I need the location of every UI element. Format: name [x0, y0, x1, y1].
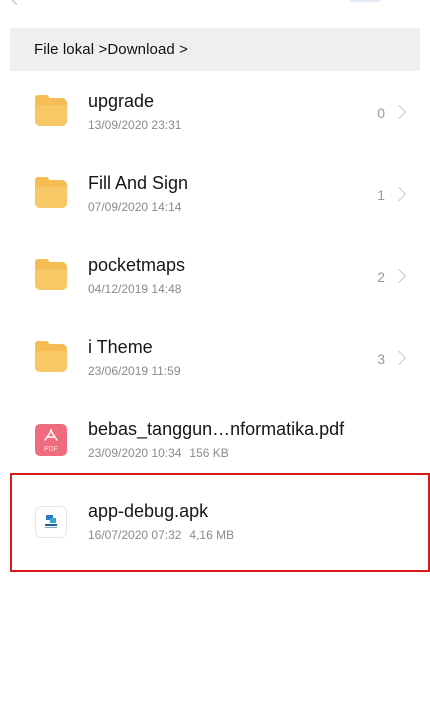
list-item-folder[interactable]: Fill And Sign 07/09/2020 14:14 1	[10, 153, 420, 235]
item-count: 2	[377, 269, 385, 285]
toolbar-divider	[350, 0, 380, 2]
pdf-file-icon: PDF	[35, 424, 67, 456]
item-count: 3	[377, 351, 385, 367]
item-name: pocketmaps	[88, 255, 186, 275]
app-logo-icon	[45, 515, 57, 528]
chevron-right-icon	[391, 268, 407, 284]
list-item-file[interactable]: app-debug.apk 16/07/2020 07:32 4,16 MB	[10, 481, 420, 563]
item-meta: 16/07/2020 07:32 4,16 MB	[88, 528, 234, 542]
item-date: 07/09/2020 14:14	[88, 200, 182, 214]
folder-icon	[35, 95, 67, 128]
file-list: upgrade 13/09/2020 23:31 0 Fill And Sign…	[10, 71, 420, 563]
item-name: app-debug.apk	[88, 501, 209, 521]
item-meta: 13/09/2020 23:31	[88, 118, 181, 132]
item-name: i Theme	[88, 337, 153, 357]
chevron-right-icon	[391, 186, 407, 202]
item-size: 4,16 MB	[189, 528, 235, 542]
chevron-right-icon	[391, 104, 407, 120]
list-item-folder[interactable]: pocketmaps 04/12/2019 14:48 2	[10, 235, 420, 317]
list-item-folder[interactable]: i Theme 23/06/2019 11:59 3	[10, 317, 420, 399]
item-date: 16/07/2020 07:32	[88, 528, 182, 542]
folder-icon	[35, 259, 67, 292]
chevron-right-icon	[391, 350, 407, 366]
breadcrumb-path[interactable]: File lokal >Download >	[34, 41, 188, 58]
back-arrow-icon[interactable]	[10, 0, 23, 5]
file-manager-screen: File lokal >Download > upgrade 13/09/202…	[0, 0, 430, 703]
apk-file-icon	[35, 506, 67, 538]
breadcrumb: File lokal >Download >	[10, 28, 420, 71]
item-date: 13/09/2020 23:31	[88, 118, 182, 132]
item-date: 23/09/2020 10:34	[88, 446, 182, 460]
item-name: bebas_tanggun…nformatika.pdf	[88, 419, 345, 439]
list-item-file[interactable]: PDF bebas_tanggun…nformatika.pdf 23/09/2…	[10, 399, 420, 481]
folder-icon	[35, 177, 67, 210]
item-name: Fill And Sign	[88, 173, 189, 193]
item-meta: 23/09/2020 10:34 156 KB	[88, 446, 229, 460]
top-toolbar-remnant	[10, 0, 420, 6]
item-meta: 04/12/2019 14:48	[88, 282, 181, 296]
item-meta: 23/06/2019 11:59	[88, 364, 181, 378]
item-size: 156 KB	[189, 446, 229, 460]
pdf-icon-label: PDF	[44, 446, 58, 453]
item-count: 0	[377, 105, 385, 121]
item-meta: 07/09/2020 14:14	[88, 200, 181, 214]
item-date: 23/06/2019 11:59	[88, 364, 181, 378]
item-count: 1	[377, 187, 385, 203]
folder-icon	[35, 341, 67, 374]
item-date: 04/12/2019 14:48	[88, 282, 182, 296]
acrobat-glyph-icon	[44, 428, 58, 441]
list-item-folder[interactable]: upgrade 13/09/2020 23:31 0	[10, 71, 420, 153]
item-name: upgrade	[88, 91, 155, 111]
